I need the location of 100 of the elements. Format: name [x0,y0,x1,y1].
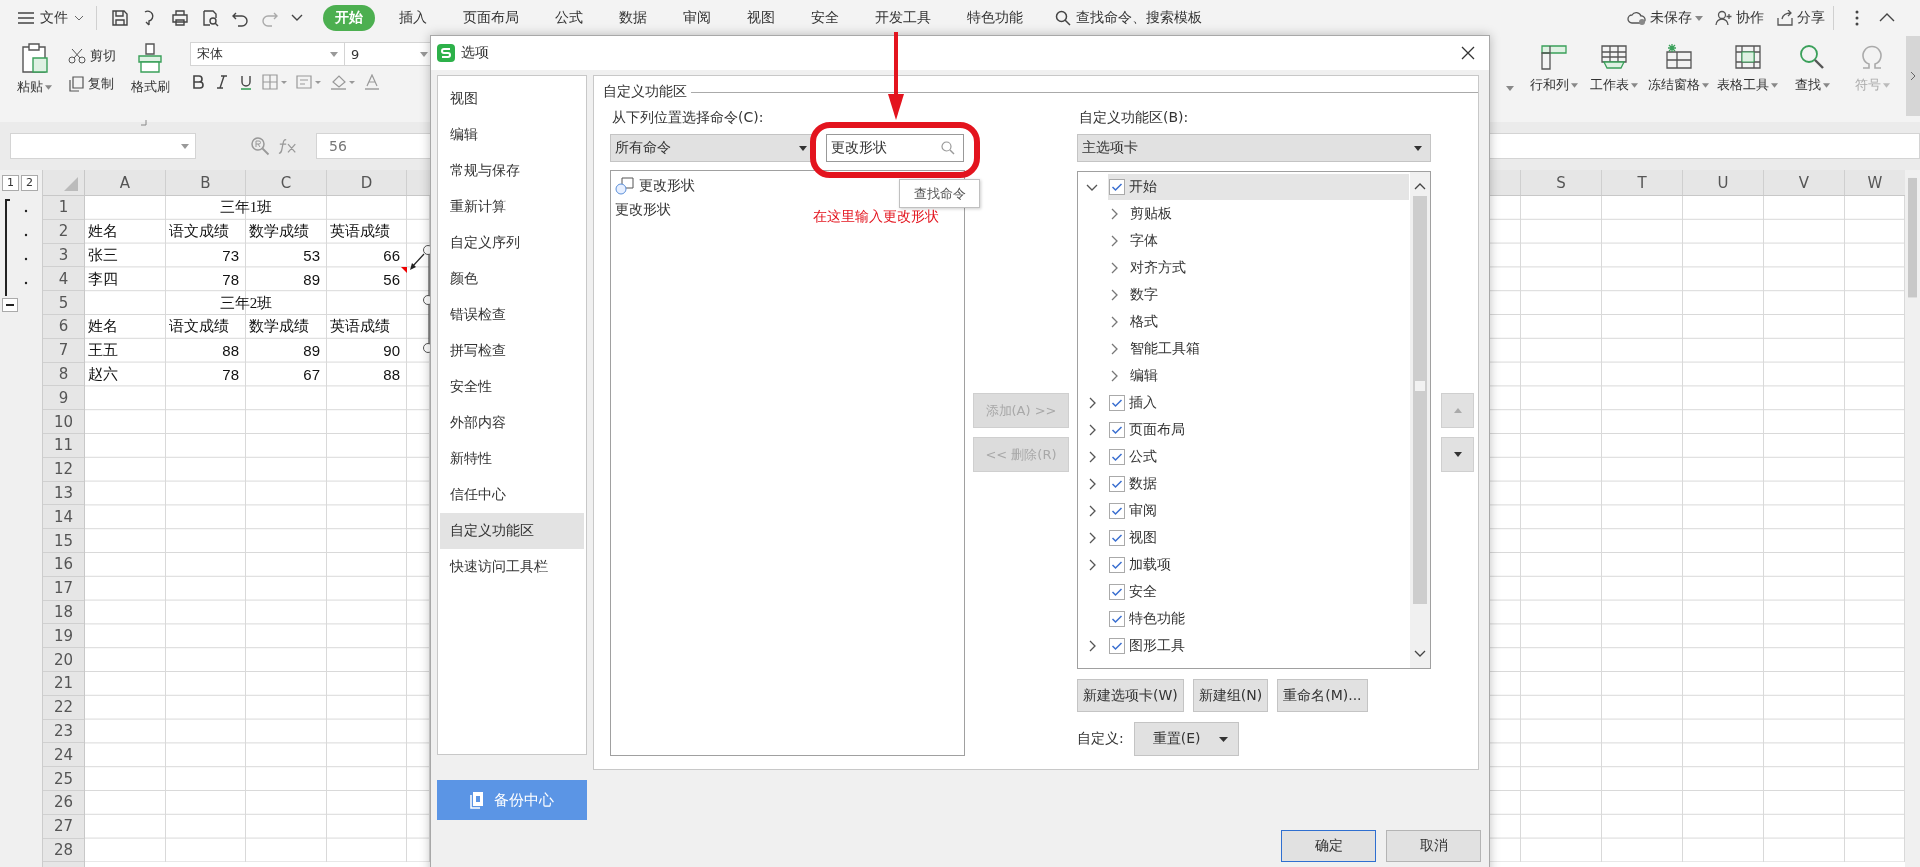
command-search-field[interactable]: 更改形状 [826,134,964,162]
menu-tab[interactable]: 特色功能 [955,5,1035,31]
close-icon[interactable] [1461,46,1475,60]
copy-button[interactable]: 复制 [68,74,116,94]
tree-item[interactable]: 公式 [1108,443,1409,470]
column-header[interactable]: T [1602,170,1683,195]
row-header[interactable]: 21 [43,671,84,696]
nav-item[interactable]: 视图 [440,81,584,117]
row-header[interactable]: 1 [43,196,84,220]
checkbox[interactable] [1109,178,1125,195]
cut-button[interactable]: 剪切 [68,46,116,66]
row-header[interactable]: 7 [43,338,84,363]
nav-item[interactable]: 编辑 [440,117,584,153]
menu-tab[interactable]: 公式 [543,5,595,31]
checkbox[interactable] [1109,448,1125,465]
menu-tab[interactable]: 安全 [799,5,851,31]
tree-item[interactable]: 安全 [1108,578,1409,605]
menu-tab[interactable]: 数据 [607,5,659,31]
outline-level-button[interactable]: 1 [2,175,19,191]
column-header[interactable]: B [166,170,246,195]
collapse-group-button[interactable] [2,298,18,312]
row-header[interactable]: 19 [43,624,84,649]
italic-icon[interactable] [214,74,230,90]
collaborate-button[interactable]: 协作 [1715,5,1764,31]
font-color-icon[interactable] [364,74,380,90]
checkbox[interactable] [1109,394,1125,411]
caret-icon[interactable] [1506,86,1514,91]
tree-item[interactable]: 审阅 [1108,497,1409,524]
reset-button[interactable]: 重置(E) [1133,722,1239,756]
nav-item[interactable]: 自定义序列 [440,225,584,261]
row-header[interactable]: 28 [43,838,84,863]
tree-scrollbar[interactable] [1410,172,1430,668]
ribbon-tool-button[interactable]: 行和列 [1528,42,1580,94]
row-header[interactable]: 5 [43,291,84,315]
row-header[interactable]: 18 [43,600,84,625]
row-header[interactable]: 24 [43,743,84,768]
nav-item[interactable]: 重新计算 [440,189,584,225]
row-header[interactable]: 8 [43,362,84,387]
nav-item[interactable]: 新特性 [440,441,584,477]
nav-item[interactable]: 拼写检查 [440,333,584,369]
tree-item[interactable]: 加载项 [1108,551,1409,578]
checkbox[interactable] [1109,529,1125,546]
menu-tab[interactable]: 视图 [735,5,787,31]
command-item[interactable]: 更改形状 [615,198,671,222]
nav-item[interactable]: 信任中心 [440,477,584,513]
column-header[interactable]: C [246,170,327,195]
row-header[interactable]: 16 [43,552,84,577]
checkbox[interactable] [1109,610,1125,627]
zoom-icon[interactable] [250,136,270,156]
command-item[interactable]: 更改形状 [615,174,695,198]
cell-style-icon[interactable] [296,74,322,90]
font-name-field[interactable]: 宋体 [190,42,345,66]
print-preview-icon[interactable] [201,9,219,27]
column-header[interactable]: V [1764,170,1845,195]
command-search[interactable]: 查找命令、搜索模板 [1055,5,1202,31]
row-header[interactable]: 9 [43,386,84,411]
tree-item[interactable]: 智能工具箱 [1130,339,1200,358]
row-header[interactable]: 14 [43,505,84,530]
sheet-scrollbar[interactable] [1905,170,1920,867]
ribbon-tool-button[interactable]: 工作表 [1588,42,1640,94]
tree-action-button[interactable]: 重命名(M)... [1277,679,1368,712]
checkbox[interactable] [1109,475,1125,492]
row-header[interactable]: 2 [43,219,84,244]
function-icon[interactable] [278,136,298,156]
nav-item[interactable]: 错误检查 [440,297,584,333]
tree-item[interactable]: 剪贴板 [1130,204,1172,223]
nav-item[interactable]: 自定义功能区 [440,513,584,549]
ribbon-tool-button[interactable]: 冻结窗格 [1648,42,1709,94]
row-header[interactable]: 22 [43,695,84,720]
paste-button[interactable]: 粘贴 [10,42,58,96]
dropdown-icon[interactable] [291,14,303,22]
ribbon-source-dropdown[interactable]: 主选项卡 [1077,134,1431,162]
underline-icon[interactable] [238,74,254,90]
tree-item[interactable]: 对齐方式 [1130,258,1186,277]
menu-tab[interactable]: 页面布局 [451,5,531,31]
nav-item[interactable]: 外部内容 [440,405,584,441]
tree-item[interactable]: 编辑 [1130,366,1158,385]
tree-item[interactable]: 插入 [1108,389,1409,416]
ribbon-tool-button[interactable]: 表格工具 [1717,42,1778,94]
tree-item[interactable]: 数据 [1108,470,1409,497]
share-button[interactable]: 分享 [1776,5,1825,31]
row-header[interactable]: 6 [43,315,84,339]
tree-item[interactable]: 特色功能 [1108,605,1409,632]
tree-item[interactable]: 数字 [1130,285,1158,304]
nav-item[interactable]: 颜色 [440,261,584,297]
checkbox[interactable] [1109,556,1125,573]
bold-icon[interactable] [190,74,206,90]
row-header[interactable]: 4 [43,267,84,292]
menu-tab[interactable]: 插入 [387,5,439,31]
column-header[interactable]: S [1521,170,1602,195]
checkbox[interactable] [1109,421,1125,438]
column-header[interactable]: U [1683,170,1764,195]
column-header[interactable]: W [1845,170,1905,195]
tree-action-button[interactable]: 新建组(N) [1192,679,1269,712]
row-header[interactable]: 25 [43,767,84,791]
tree-item[interactable]: 开始 [1108,173,1409,200]
row-header[interactable]: 3 [43,243,84,268]
checkbox[interactable] [1109,637,1125,654]
format-painter-button[interactable]: 格式刷 [126,42,174,96]
tree-action-button[interactable]: 新建选项卡(W) [1077,679,1184,712]
